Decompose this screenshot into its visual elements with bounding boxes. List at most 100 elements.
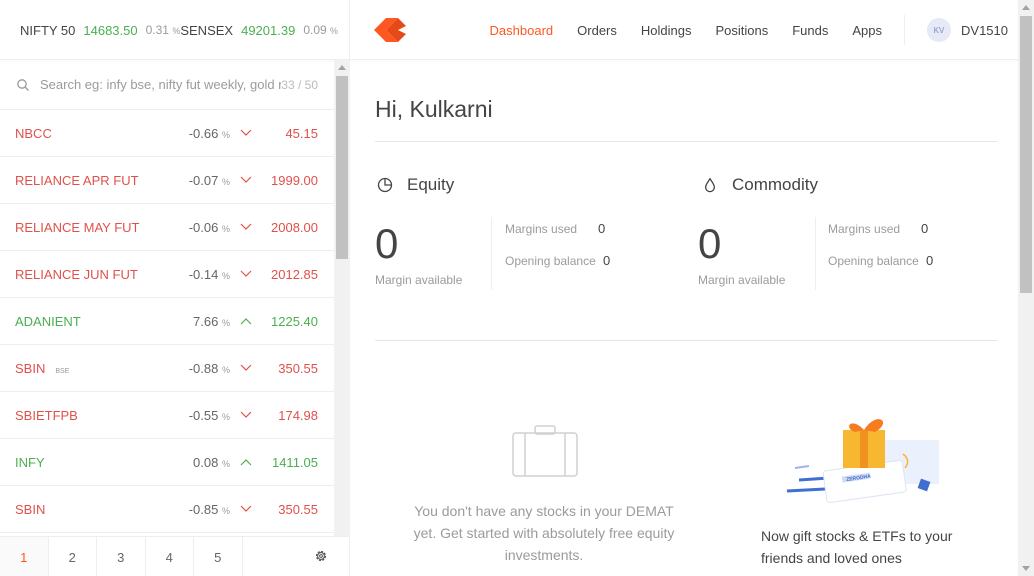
chevron-up-icon <box>240 459 252 466</box>
exchange-badge: BSE <box>55 367 70 375</box>
search-bar[interactable]: Search eg: infy bse, nifty fut weekly, g… <box>0 60 334 110</box>
nav-divider <box>904 15 906 45</box>
scroll-down-arrow-icon[interactable] <box>1022 566 1030 571</box>
watchlist-page-2[interactable]: 2 <box>49 537 97 576</box>
nav-apps[interactable]: Apps <box>852 23 882 38</box>
watchlist-page-1[interactable]: 1 <box>0 537 49 576</box>
scrollbar-thumb[interactable] <box>1020 16 1032 293</box>
chevron-up-icon <box>240 318 252 325</box>
index-change: 0.31 % <box>146 23 181 37</box>
watchlist-page-3[interactable]: 3 <box>97 537 146 576</box>
instrument-symbol: NBCC <box>15 126 52 141</box>
list-item[interactable]: RELIANCE MAY FUT -0.06 % 2008.00 <box>0 204 334 251</box>
last-price: 174.98 <box>278 407 318 423</box>
list-item[interactable]: RELIANCE JUN FUT -0.14 % 2012.85 <box>0 251 334 298</box>
symbol-text: NBCC <box>15 125 52 141</box>
divider <box>491 217 492 290</box>
scroll-up-arrow-icon[interactable] <box>338 65 346 70</box>
last-price: 1225.40 <box>271 313 318 329</box>
percent-symbol: % <box>221 458 230 469</box>
avatar[interactable]: KV <box>927 18 952 42</box>
nav-orders[interactable]: Orders <box>577 23 617 38</box>
last-price: 350.55 <box>278 501 318 517</box>
percent-symbol: % <box>221 223 230 234</box>
watchlist-page-5[interactable]: 5 <box>194 537 243 576</box>
equity-opening-balance-label: Opening balance <box>505 254 596 268</box>
commodity-opening-balance: 0 <box>926 253 934 268</box>
equity-margin-available: 0 <box>375 220 399 267</box>
change-value: 0.08 <box>193 454 219 470</box>
change-percent: -0.55 % <box>189 408 230 423</box>
scroll-up-arrow-icon[interactable] <box>1022 5 1030 10</box>
gift-stocks-message[interactable]: Now gift stocks & ETFs to your friends a… <box>761 525 961 569</box>
change-value: -0.06 <box>188 219 219 235</box>
percent-symbol: % <box>221 505 230 516</box>
percent-symbol: % <box>221 411 230 422</box>
list-item[interactable]: SBIETFPB -0.55 % 174.98 <box>0 392 334 439</box>
chevron-down-icon <box>240 505 252 512</box>
commodity-margins-used: 0 <box>921 221 929 236</box>
list-item[interactable]: RELIANCE APR FUT -0.07 % 1999.00 <box>0 157 334 204</box>
change-value: -0.55 <box>188 407 219 423</box>
commodity-margins-used-label: Margins used <box>828 222 901 236</box>
instrument-symbol: ADANIENT <box>15 314 81 329</box>
index-name[interactable]: NIFTY 50 <box>20 23 75 38</box>
index-pct-symbol: % <box>172 26 181 36</box>
page-title: Hi, Kulkarni <box>375 96 493 122</box>
index-value: 14683.50 <box>83 22 138 38</box>
divider <box>375 340 997 341</box>
nav-positions[interactable]: Positions <box>715 23 768 38</box>
watchlist-scrollbar[interactable] <box>334 60 350 536</box>
change-percent: -0.14 % <box>189 267 230 282</box>
user-id[interactable]: DV1510 <box>961 23 1008 38</box>
equity-margin-available-label: Margin available <box>375 273 463 287</box>
list-item[interactable]: INFY 0.08 % 1411.05 <box>0 439 334 486</box>
equity-opening-balance: 0 <box>603 253 611 268</box>
change-percent: -0.85 % <box>189 502 230 517</box>
search-input[interactable]: Search eg: infy bse, nifty fut weekly, g… <box>40 77 281 92</box>
instrument-symbol: RELIANCE APR FUT <box>15 173 139 188</box>
chevron-down-icon <box>240 129 252 136</box>
page-scrollbar[interactable] <box>1018 0 1034 576</box>
equity-margins-used-label: Margins used <box>505 222 578 236</box>
symbol-text: INFY <box>15 454 45 470</box>
index-name[interactable]: SENSEX <box>180 23 233 38</box>
equity-margins-used: 0 <box>598 221 606 236</box>
last-price: 1999.00 <box>271 172 318 188</box>
change-value: -0.14 <box>188 266 219 282</box>
list-item[interactable]: SBIN -0.85 % 350.55 <box>0 486 334 533</box>
change-percent: 7.66 % <box>193 314 230 329</box>
symbol-text: RELIANCE JUN FUT <box>15 266 138 282</box>
change-value: -0.88 <box>188 360 219 376</box>
last-price: 350.55 <box>278 360 318 376</box>
list-item[interactable]: ADANIENT 7.66 % 1225.40 <box>0 298 334 345</box>
list-item[interactable]: NBCC -0.66 % 45.15 <box>0 110 334 157</box>
watchlist: NBCC -0.66 % 45.15 RELIANCE APR FUT -0.07 % 1… <box>0 110 334 533</box>
last-price: 2008.00 <box>271 219 318 235</box>
watchlist-count: 33 / 50 <box>281 77 318 92</box>
list-item[interactable]: SBIN BSE -0.88 % 350.55 <box>0 345 334 392</box>
change-value: -0.85 <box>188 501 219 517</box>
nav-funds[interactable]: Funds <box>792 23 828 38</box>
watchlist-page-4[interactable]: 4 <box>146 537 194 576</box>
gear-icon[interactable] <box>314 549 328 563</box>
instrument-symbol: SBIN <box>15 502 45 517</box>
change-percent: -0.88 % <box>189 361 230 376</box>
change-percent: -0.07 % <box>189 173 230 188</box>
symbol-text: RELIANCE MAY FUT <box>15 219 140 235</box>
percent-symbol: % <box>221 129 230 140</box>
scrollbar-thumb[interactable] <box>336 76 348 259</box>
chevron-down-icon <box>240 176 252 183</box>
commodity-margin-available: 0 <box>698 220 722 267</box>
drop-icon <box>704 177 716 193</box>
kite-logo-icon[interactable] <box>374 18 406 42</box>
percent-symbol: % <box>221 364 230 375</box>
percent-symbol: % <box>221 176 230 187</box>
gift-stocks-illustration[interactable]: ZERODHA <box>785 408 941 508</box>
symbol-text: SBIN <box>15 360 46 376</box>
nav-holdings[interactable]: Holdings <box>641 23 692 38</box>
nav-dashboard[interactable]: Dashboard <box>490 23 554 38</box>
symbol-text: ADANIENT <box>15 313 81 329</box>
pie-chart-icon <box>377 177 393 193</box>
last-price: 2012.85 <box>271 266 318 282</box>
